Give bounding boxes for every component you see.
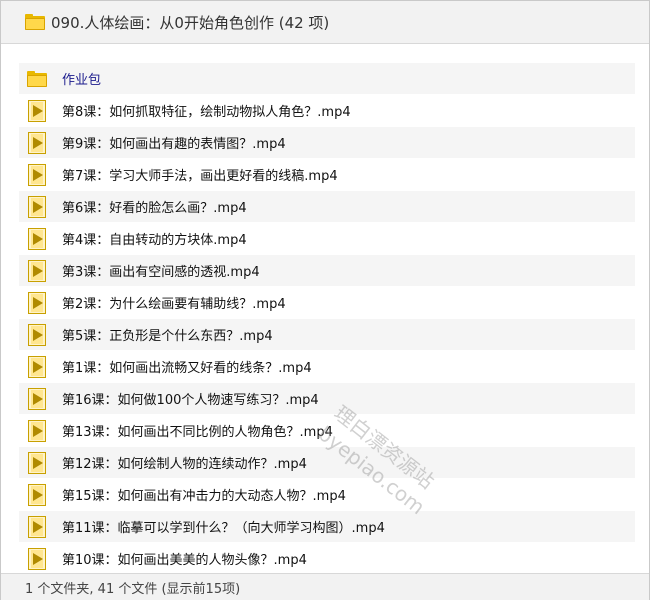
video-file-icon <box>27 387 49 410</box>
list-item-file[interactable]: 第2课：为什么绘画要有辅助线？.mp4 <box>19 287 635 318</box>
video-file-icon <box>27 259 49 282</box>
item-label: 第1课：如何画出流畅又好看的线条？.mp4 <box>62 361 312 376</box>
item-label: 第15课：如何画出有冲击力的大动态人物？.mp4 <box>62 489 346 504</box>
folder-icon <box>25 14 45 30</box>
item-label: 第11课：临摹可以学到什么？（向大师学习构图）.mp4 <box>62 521 385 536</box>
list-item-file[interactable]: 第6课：好看的脸怎么画？.mp4 <box>19 191 635 222</box>
status-text: 1 个文件夹, 41 个文件 (显示前15项) <box>25 581 241 597</box>
list-item-file[interactable]: 第1课：如何画出流畅又好看的线条？.mp4 <box>19 351 635 382</box>
video-file-icon <box>27 163 49 186</box>
item-label: 第8课：如何抓取特征，绘制动物拟人角色？.mp4 <box>62 105 351 120</box>
list-item-file[interactable]: 第16课：如何做100个人物速写练习？.mp4 <box>19 383 635 414</box>
video-file-icon <box>27 227 49 250</box>
item-label: 作业包 <box>62 73 102 88</box>
item-label: 第4课：自由转动的方块体.mp4 <box>62 233 247 248</box>
video-file-icon <box>27 547 49 570</box>
video-file-icon <box>27 483 49 506</box>
list-item-file[interactable]: 第7课：学习大师手法，画出更好看的线稿.mp4 <box>19 159 635 190</box>
item-label: 第5课：正负形是个什么东西？.mp4 <box>62 329 273 344</box>
title-bar: 090.人体绘画：从0开始角色创作 (42 项) <box>1 1 649 44</box>
list-item-file[interactable]: 第5课：正负形是个什么东西？.mp4 <box>19 319 635 350</box>
list-item-file[interactable]: 第3课：画出有空间感的透视.mp4 <box>19 255 635 286</box>
item-label: 第9课：如何画出有趣的表情图？.mp4 <box>62 137 286 152</box>
item-label: 第13课：如何画出不同比例的人物角色？.mp4 <box>62 425 333 440</box>
file-list: 作业包第8课：如何抓取特征，绘制动物拟人角色？.mp4 第9课：如何画出有趣的表情… <box>19 63 635 573</box>
item-label: 第7课：学习大师手法，画出更好看的线稿.mp4 <box>62 169 338 184</box>
item-label: 第3课：画出有空间感的透视.mp4 <box>62 265 260 280</box>
item-label: 第2课：为什么绘画要有辅助线？.mp4 <box>62 297 286 312</box>
folder-icon <box>27 68 49 90</box>
item-label: 第10课：如何画出美美的人物头像？.mp4 <box>62 553 307 568</box>
video-file-icon <box>27 355 49 378</box>
list-item-file[interactable]: 第9课：如何画出有趣的表情图？.mp4 <box>19 127 635 158</box>
video-file-icon <box>27 323 49 346</box>
list-item-file[interactable]: 第11课：临摹可以学到什么？（向大师学习构图）.mp4 <box>19 511 635 542</box>
item-label: 第12课：如何绘制人物的连续动作？.mp4 <box>62 457 307 472</box>
folder-title: 090.人体绘画：从0开始角色创作 (42 项) <box>51 13 330 32</box>
video-file-icon <box>27 291 49 314</box>
list-item-file[interactable]: 第4课：自由转动的方块体.mp4 <box>19 223 635 254</box>
video-file-icon <box>27 451 49 474</box>
item-label: 第6课：好看的脸怎么画？.mp4 <box>62 201 247 216</box>
item-label: 第16课：如何做100个人物速写练习？.mp4 <box>62 393 319 408</box>
list-item-file[interactable]: 第8课：如何抓取特征，绘制动物拟人角色？.mp4 <box>19 95 635 126</box>
list-item-file[interactable]: 第13课：如何画出不同比例的人物角色？.mp4 <box>19 415 635 446</box>
status-bar: 1 个文件夹, 41 个文件 (显示前15项) <box>1 573 649 600</box>
file-browser-window: 090.人体绘画：从0开始角色创作 (42 项) 作业包第8课：如何抓取特征，绘… <box>0 0 650 600</box>
list-item-file[interactable]: 第10课：如何画出美美的人物头像？.mp4 <box>19 543 635 573</box>
list-item-file[interactable]: 第12课：如何绘制人物的连续动作？.mp4 <box>19 447 635 478</box>
video-file-icon <box>27 419 49 442</box>
video-file-icon <box>27 515 49 538</box>
list-item-file[interactable]: 第15课：如何画出有冲击力的大动态人物？.mp4 <box>19 479 635 510</box>
list-item-folder[interactable]: 作业包 <box>19 63 635 94</box>
video-file-icon <box>27 195 49 218</box>
video-file-icon <box>27 131 49 154</box>
video-file-icon <box>27 99 49 122</box>
